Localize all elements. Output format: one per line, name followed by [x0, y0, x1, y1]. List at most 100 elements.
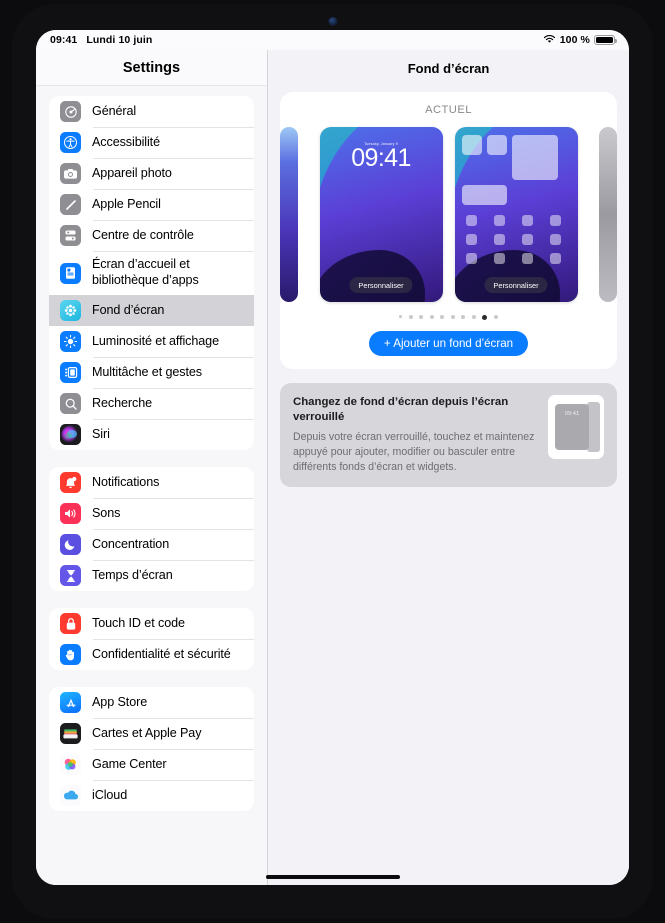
- gear-icon: [60, 101, 81, 122]
- brightness-icon: [60, 331, 81, 352]
- page-dot[interactable]: [419, 315, 424, 319]
- sidebar-item-multitasking[interactable]: Multitâche et gestes: [49, 357, 254, 388]
- sidebar-item-screen-time[interactable]: Temps d’écran: [49, 560, 254, 591]
- app-icon: [549, 234, 561, 245]
- lock-screen-clock: 09:41: [351, 144, 411, 172]
- sidebar-scroll-area[interactable]: Général Accessibilité Appareil photo App…: [36, 86, 267, 885]
- mini-device-clock: 09:41: [564, 411, 580, 417]
- current-wallpaper-card: ACTUEL Tuesday, January 9 09:41 Personna…: [280, 92, 617, 369]
- sidebar-item-general[interactable]: Général: [49, 96, 254, 127]
- page-indicator-dots[interactable]: [280, 315, 617, 320]
- screen-time-icon: [60, 565, 81, 586]
- icloud-icon: [60, 785, 81, 806]
- widget-wide: [461, 185, 507, 205]
- sidebar-group-privacy: Touch ID et code Confidentialité et sécu…: [49, 608, 254, 670]
- page-dot[interactable]: [450, 315, 455, 319]
- home-screen-icon: [60, 262, 81, 284]
- page-dot[interactable]: [471, 315, 476, 319]
- app-icon: [493, 215, 505, 226]
- sidebar-item-label: Game Center: [92, 756, 167, 771]
- pencil-icon: [60, 194, 81, 215]
- app-icon: [549, 215, 561, 226]
- sidebar-item-label: Apple Pencil: [92, 196, 161, 211]
- sidebar-item-accessibility[interactable]: Accessibilité: [49, 127, 254, 158]
- page-dot[interactable]: [408, 315, 413, 319]
- sound-icon: [60, 503, 81, 524]
- sidebar-item-wallpaper[interactable]: Fond d’écran: [49, 295, 254, 326]
- sidebar-title: Settings: [36, 50, 267, 86]
- sidebar-item-search[interactable]: Recherche: [49, 388, 254, 419]
- sidebar-item-label: Touch ID et code: [92, 615, 185, 630]
- sidebar-item-label: Recherche: [92, 395, 153, 410]
- sidebar-item-notifications[interactable]: Notifications: [49, 467, 254, 498]
- widget-small: [486, 135, 507, 155]
- mini-device-illustration: 09:41: [548, 395, 604, 459]
- page-dot[interactable]: [429, 315, 434, 319]
- sidebar-item-privacy[interactable]: Confidentialité et sécurité: [49, 639, 254, 670]
- sidebar-item-touch-id[interactable]: Touch ID et code: [49, 608, 254, 639]
- sidebar-item-brightness[interactable]: Luminosité et affichage: [49, 326, 254, 357]
- sidebar-item-sounds[interactable]: Sons: [49, 498, 254, 529]
- sidebar-item-label: Luminosité et affichage: [92, 333, 219, 348]
- widget-small: [461, 135, 482, 155]
- page-dot[interactable]: [493, 315, 498, 319]
- front-camera-icon: [328, 17, 337, 26]
- wifi-icon: [543, 34, 556, 47]
- notifications-icon: [60, 472, 81, 493]
- sidebar-item-focus[interactable]: Concentration: [49, 529, 254, 560]
- app-icon: [493, 253, 505, 264]
- sidebar-item-app-store[interactable]: App Store: [49, 687, 254, 718]
- page-dot[interactable]: [461, 315, 466, 319]
- info-card-body: Depuis votre écran verrouillé, touchez e…: [293, 430, 535, 473]
- sidebar-item-icloud[interactable]: iCloud: [49, 780, 254, 811]
- app-store-icon: [60, 692, 81, 713]
- page-title: Fond d’écran: [407, 60, 490, 76]
- sidebar-item-camera[interactable]: Appareil photo: [49, 158, 254, 189]
- status-bar: 09:41 Lundi 10 juin 100 %: [36, 30, 629, 50]
- app-icon: [465, 215, 477, 226]
- page-dot[interactable]: [399, 315, 403, 318]
- ipad-device-frame: 09:41 Lundi 10 juin 100 % Settings Génér…: [12, 4, 653, 919]
- control-center-icon: [60, 225, 81, 246]
- game-center-icon: [60, 754, 81, 775]
- mini-device-front-layer: 09:41: [555, 404, 589, 450]
- sidebar-item-home-screen[interactable]: Écran d’accueil et bibliothèque d’apps: [49, 251, 254, 295]
- app-icon-grid: [462, 215, 571, 264]
- sidebar-item-apple-pencil[interactable]: Apple Pencil: [49, 189, 254, 220]
- settings-sidebar: Settings Général Accessibilité Appareil …: [36, 50, 268, 885]
- lock-screen-preview[interactable]: Tuesday, January 9 09:41 Personnaliser: [319, 127, 443, 302]
- sidebar-item-label: Concentration: [92, 536, 170, 551]
- sidebar-item-label: App Store: [92, 694, 148, 709]
- accessibility-icon: [60, 132, 81, 153]
- wallpaper-carousel[interactable]: Tuesday, January 9 09:41 Personnaliser P…: [280, 127, 617, 302]
- app-icon: [465, 234, 477, 245]
- status-bar-time: 09:41: [50, 34, 78, 46]
- customize-home-screen-button[interactable]: Personnaliser: [484, 277, 548, 293]
- search-icon: [60, 393, 81, 414]
- privacy-hand-icon: [60, 644, 81, 665]
- sidebar-item-wallet[interactable]: Cartes et Apple Pay: [49, 718, 254, 749]
- app-icon: [493, 234, 505, 245]
- page-dot-active[interactable]: [482, 315, 488, 320]
- sidebar-item-siri[interactable]: Siri: [49, 419, 254, 450]
- sidebar-item-label: Confidentialité et sécurité: [92, 646, 231, 661]
- battery-percent-label: 100 %: [559, 34, 590, 46]
- split-view: Settings Général Accessibilité Appareil …: [36, 50, 629, 885]
- add-wallpaper-button[interactable]: + Ajouter un fond d’écran: [368, 331, 529, 356]
- sidebar-group-services: App Store Cartes et Apple Pay Game Cente…: [49, 687, 254, 811]
- sidebar-group-notifications: Notifications Sons Concentration Temps d…: [49, 467, 254, 591]
- wallpaper-preview-previous[interactable]: [280, 127, 298, 302]
- status-bar-date: Lundi 10 juin: [86, 34, 153, 46]
- siri-icon: [60, 424, 81, 445]
- page-dot[interactable]: [440, 315, 445, 319]
- home-indicator[interactable]: [265, 875, 400, 879]
- widget-large: [511, 135, 558, 180]
- app-icon: [521, 234, 533, 245]
- sidebar-item-control-center[interactable]: Centre de contrôle: [49, 220, 254, 251]
- sidebar-item-game-center[interactable]: Game Center: [49, 749, 254, 780]
- home-screen-preview[interactable]: Personnaliser: [454, 127, 578, 302]
- customize-lock-screen-button[interactable]: Personnaliser: [349, 277, 413, 293]
- battery-full-icon: [594, 34, 617, 46]
- wallpaper-preview-next[interactable]: [599, 127, 617, 302]
- sidebar-item-label: Centre de contrôle: [92, 227, 194, 242]
